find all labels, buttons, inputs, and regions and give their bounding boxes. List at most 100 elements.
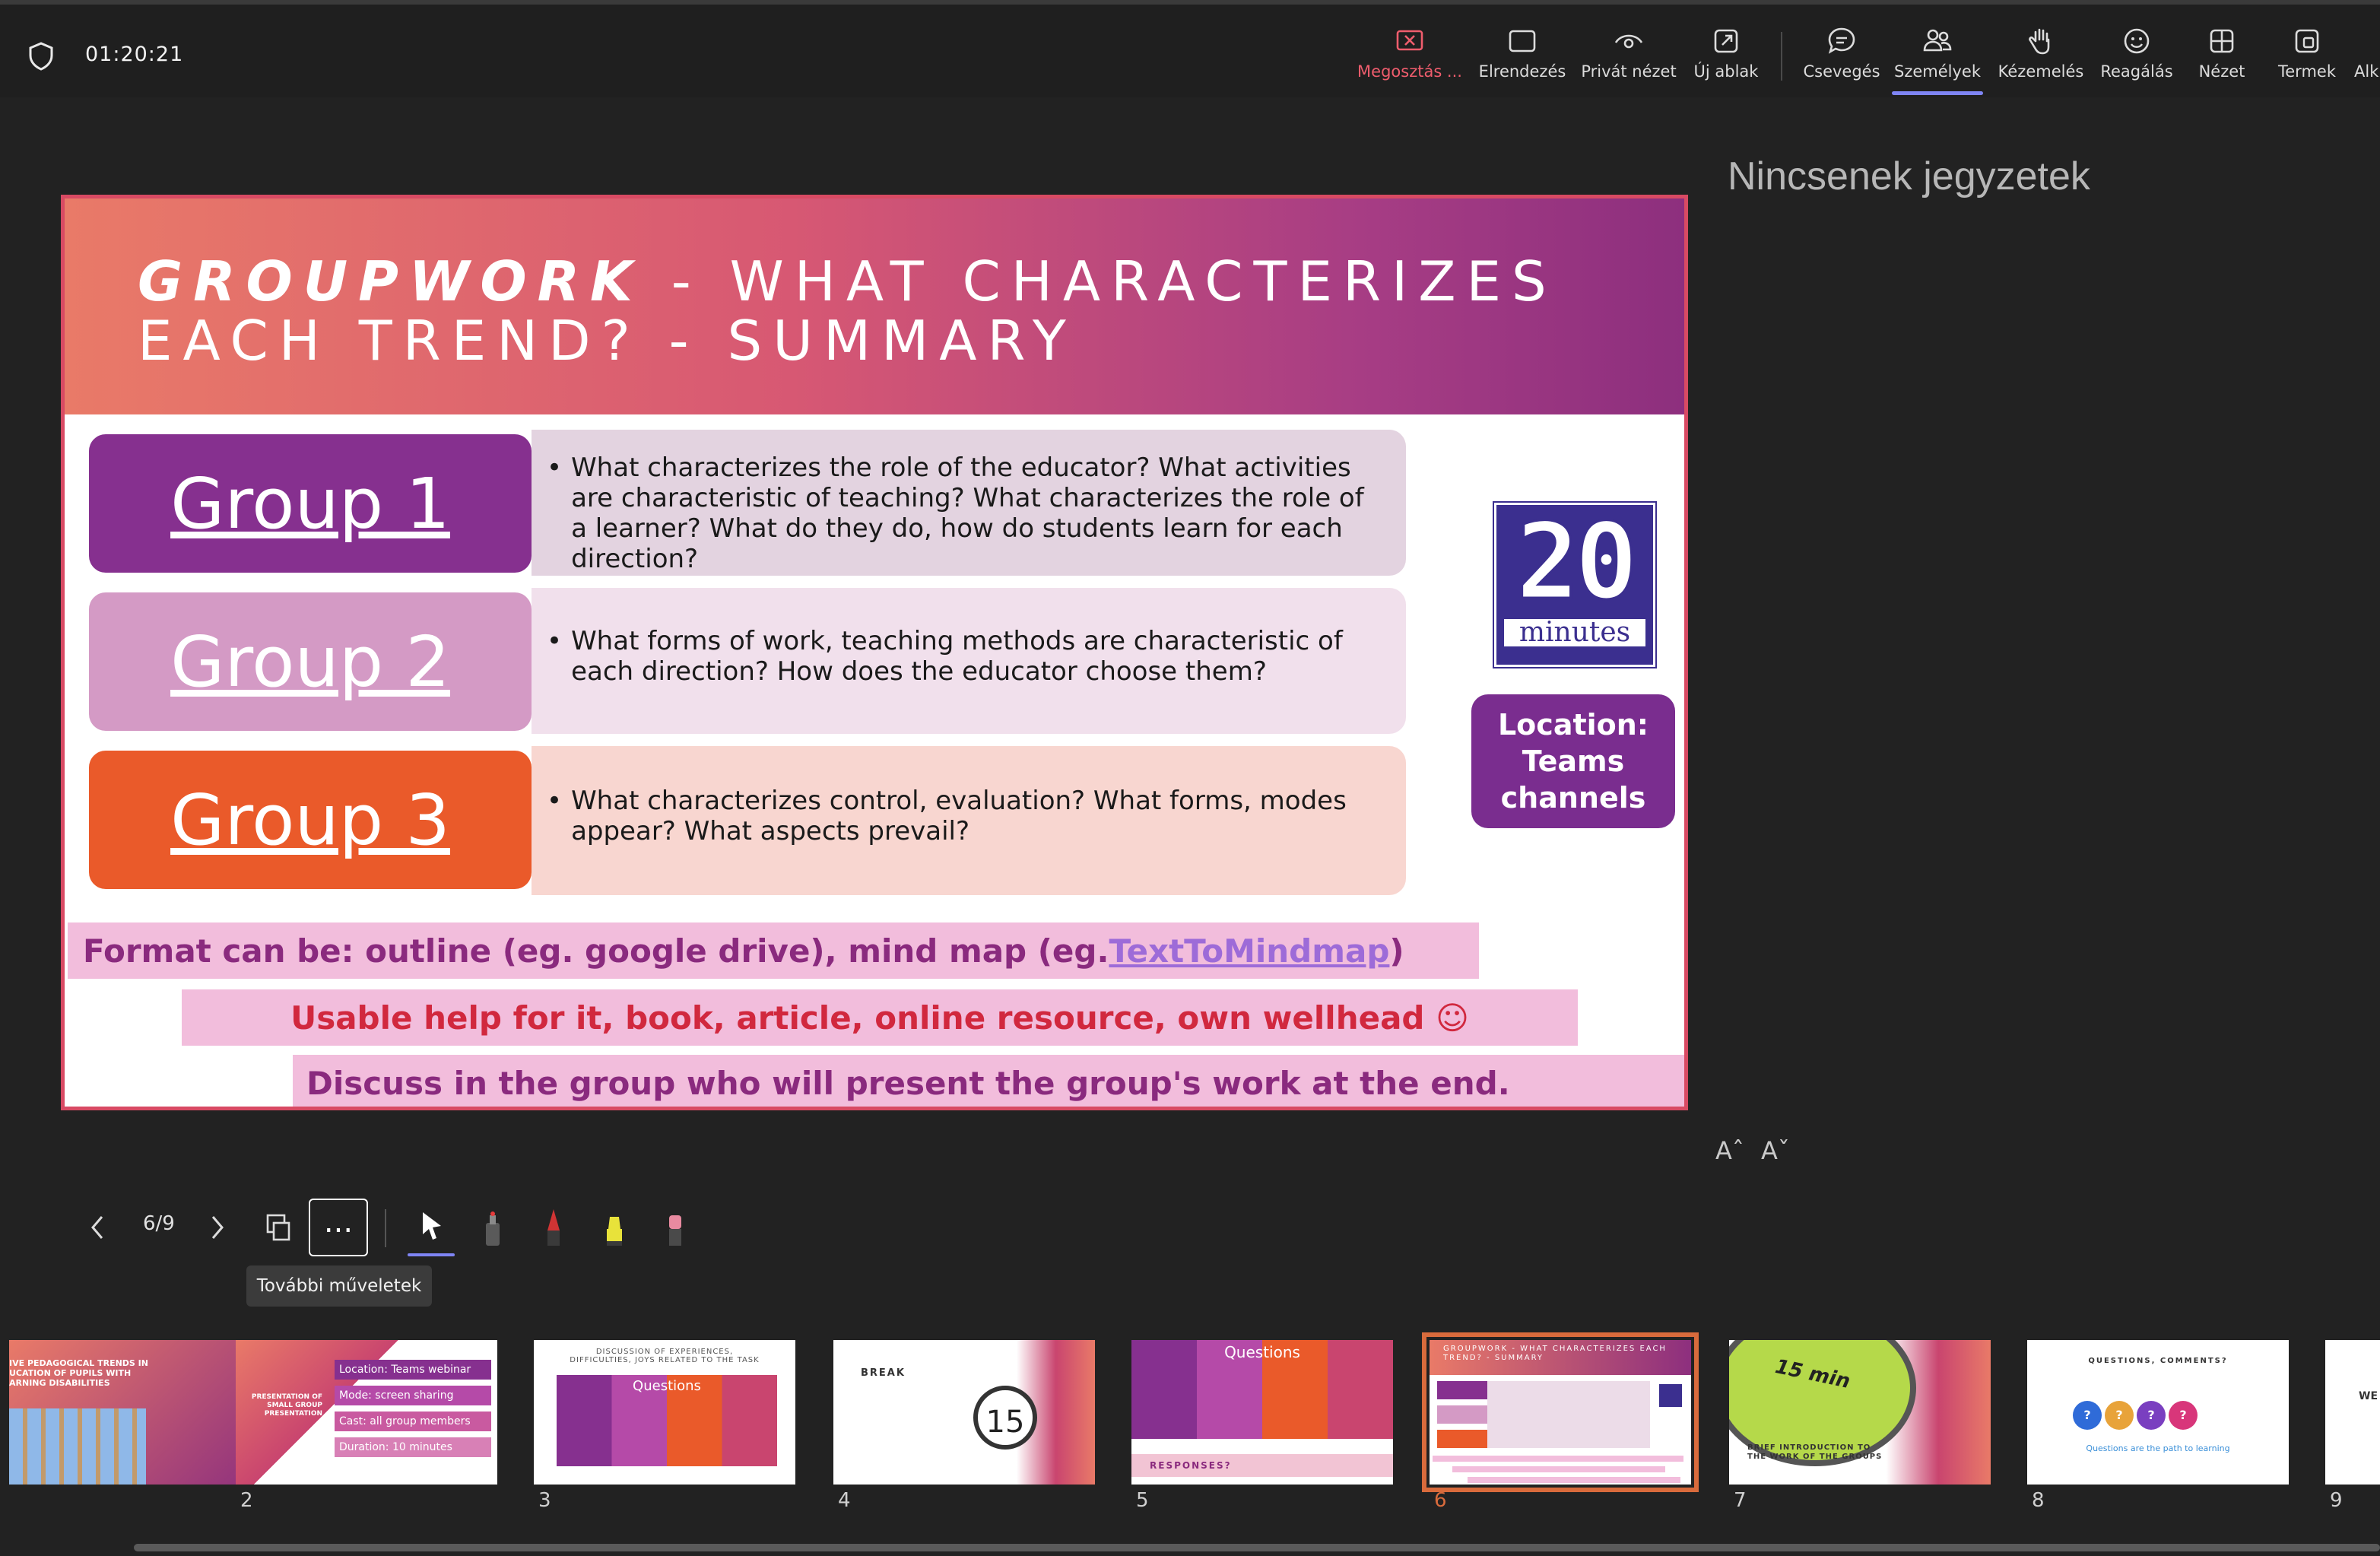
group-3-box: Group 3 [89,751,532,889]
thumbnail-6-strip [1433,1456,1683,1462]
private-view-button[interactable]: Privát nézet [1576,24,1682,93]
thumbnail-3-subtitle: Questions [633,1378,701,1394]
thumbnail-6-group1 [1437,1381,1487,1399]
thumbnail-2-item: Mode: screen sharing [335,1386,491,1405]
stop-sharing-button[interactable]: Megosztás ... [1357,24,1463,93]
previous-slide-icon[interactable] [82,1199,113,1256]
layout-button[interactable]: Elrendezés [1469,24,1576,93]
pen-tool-icon[interactable] [537,1199,570,1256]
meeting-toolbar: 01:20:21 Megosztás ... Elrendezés Privát… [0,0,2380,97]
slide-thumbnail-8[interactable]: QUESTIONS, COMMENTS? ???? Questions are … [2027,1340,2289,1485]
people-button[interactable]: Személyek [1884,24,1991,95]
usable-help-note: Usable help for it, book, article, onlin… [182,989,1578,1046]
react-label: Reagálás [2100,62,2173,81]
notes-empty-text: Nincsenek jegyzetek [1728,154,2090,198]
pointer-tool-icon[interactable] [415,1199,449,1256]
slide-grid-icon[interactable] [260,1199,295,1256]
new-window-icon [1714,29,1738,53]
thumbnail-6-group3 [1437,1430,1487,1448]
timer-badge-number: 20 [1515,500,1639,623]
thumbnail-6-strip [1452,1466,1665,1472]
new-window-button[interactable]: Új ablak [1673,24,1779,93]
eye-icon [1614,34,1643,49]
people-icon [1923,29,1952,52]
smiley-icon [2124,28,2150,54]
slide-thumbnail-6[interactable]: GROUPWORK - WHAT CHARACTERIZES EACH TREN… [1422,1332,1699,1492]
slide-thumbnail-1[interactable]: IVE PEDAGOGICAL TRENDS IN UCATION OF PUP… [9,1340,271,1485]
chat-icon [1828,27,1855,54]
thumbnail-7-title: BRIEF INTRODUCTION TO THE WORK OF THE GR… [1747,1443,1883,1461]
thumbnail-number: 5 [1136,1489,1149,1512]
slide-title-bold: GROUPWORK [138,249,643,313]
apps-button[interactable]: Alk [2334,24,2380,93]
thumbnail-5-table: Questions [1131,1340,1393,1439]
group-2-box: Group 2 [89,592,532,731]
group-1-box: Group 1 [89,434,532,573]
group-2-question-text: What forms of work, teaching methods are… [571,626,1343,687]
people-label: Személyek [1894,62,1981,81]
next-slide-icon[interactable] [202,1199,233,1256]
twenty-minutes-badge: 20 minutes [1493,500,1657,668]
more-actions-button[interactable]: ... [309,1199,368,1256]
thumbnail-2-items: Location: Teams webinar Mode: screen sha… [335,1360,491,1457]
slide-thumbnail-9[interactable]: WE [2325,1340,2380,1485]
thumbnail-6-group2 [1437,1405,1487,1424]
thumbnail-number: 3 [538,1489,551,1512]
slide-thumbnail-3[interactable]: DISCUSSION OF EXPERIENCES, DIFFICULTIES,… [534,1340,795,1485]
private-view-label: Privát nézet [1581,62,1677,81]
format-note-suffix: ) [1389,932,1404,970]
thumbnail-number: 4 [838,1489,851,1512]
thumbnail-number: 2 [240,1489,253,1512]
thumbnail-2-item: Duration: 10 minutes [335,1437,491,1457]
group-2-question: • What forms of work, teaching methods ar… [532,588,1406,734]
fifteen-minute-clock-icon: 15 [973,1386,1037,1450]
slide-thumbnail-4[interactable]: BREAK 15 [833,1340,1095,1485]
layout-icon [1509,30,1536,52]
thumbnail-3-table: Questions [557,1375,777,1466]
shield-icon[interactable] [27,41,55,71]
discuss-note: Discuss in the group who will present th… [293,1055,1684,1107]
eraser-tool-icon[interactable] [658,1199,692,1256]
thumbnail-3-title: DISCUSSION OF EXPERIENCES, DIFFICULTIES,… [570,1348,760,1364]
group-1-question: • What characterizes the role of the educ… [532,430,1406,576]
thumbnail-6-questions [1487,1381,1650,1448]
format-note-prefix: Format can be: outline (eg. google drive… [83,932,1109,970]
thumbnail-2-item: Cast: all group members [335,1412,491,1431]
font-increase-button[interactable]: Aˆ [1715,1136,1744,1165]
thumbnail-number: 9 [2330,1489,2343,1512]
thumbnail-9-title: WE [2359,1390,2378,1402]
group-1-question-text: What characterizes the role of the educa… [571,453,1364,574]
thumbnail-5-footer: RESPONSES? [1131,1454,1393,1477]
chat-button[interactable]: Csevegés [1788,24,1895,93]
meeting-timer: 01:20:21 [85,43,184,66]
laser-pointer-icon[interactable] [476,1199,509,1256]
slide-thumbnail-2[interactable]: PRESENTATION OF SMALL GROUP PRESENTATION… [236,1340,497,1485]
thumbnail-8-caption: Questions are the path to learning [2086,1443,2230,1453]
thumbnail-number: 7 [1734,1489,1747,1512]
question-balloons-icon: ???? [2073,1401,2240,1431]
thumbnail-6-header: GROUPWORK - WHAT CHARACTERIZES EACH TREN… [1430,1340,1691,1375]
page-counter: 6/9 [143,1212,175,1235]
texttomindmap-link[interactable]: TextToMindmap [1109,932,1389,970]
timer-badge-unit: minutes [1504,619,1645,646]
more-actions-tooltip: További műveletek [246,1265,432,1307]
slide-thumbnail-7[interactable]: 15 min BRIEF INTRODUCTION TO THE WORK OF… [1729,1340,1991,1485]
chat-label: Csevegés [1803,62,1880,81]
font-decrease-button[interactable]: Aˇ [1761,1136,1790,1165]
raise-hand-icon [2029,28,2050,55]
layout-label: Elrendezés [1478,62,1566,81]
thumbnail-scrollbar[interactable] [134,1544,2380,1551]
apps-icon [2350,24,2380,58]
new-window-label: Új ablak [1693,62,1759,81]
thumbnail-6-badge [1659,1384,1682,1407]
grid-icon [2210,29,2234,53]
raise-hand-button[interactable]: Kézemelés [1988,24,2094,93]
slide-thumbnail-5[interactable]: Questions RESPONSES? [1131,1340,1393,1485]
thumbnail-6-title: GROUPWORK - WHAT CHARACTERIZES EACH TREN… [1443,1345,1667,1362]
highlighter-tool-icon[interactable] [598,1199,631,1256]
slide-title: GROUPWORK - WHAT CHARACTERIZES EACH TREN… [138,252,1557,370]
view-label: Nézet [2198,62,2245,81]
thumbnail-5-title: Questions [1224,1343,1300,1361]
thumbnail-number: 8 [2032,1489,2045,1512]
format-note: Format can be: outline (eg. google drive… [68,922,1479,979]
